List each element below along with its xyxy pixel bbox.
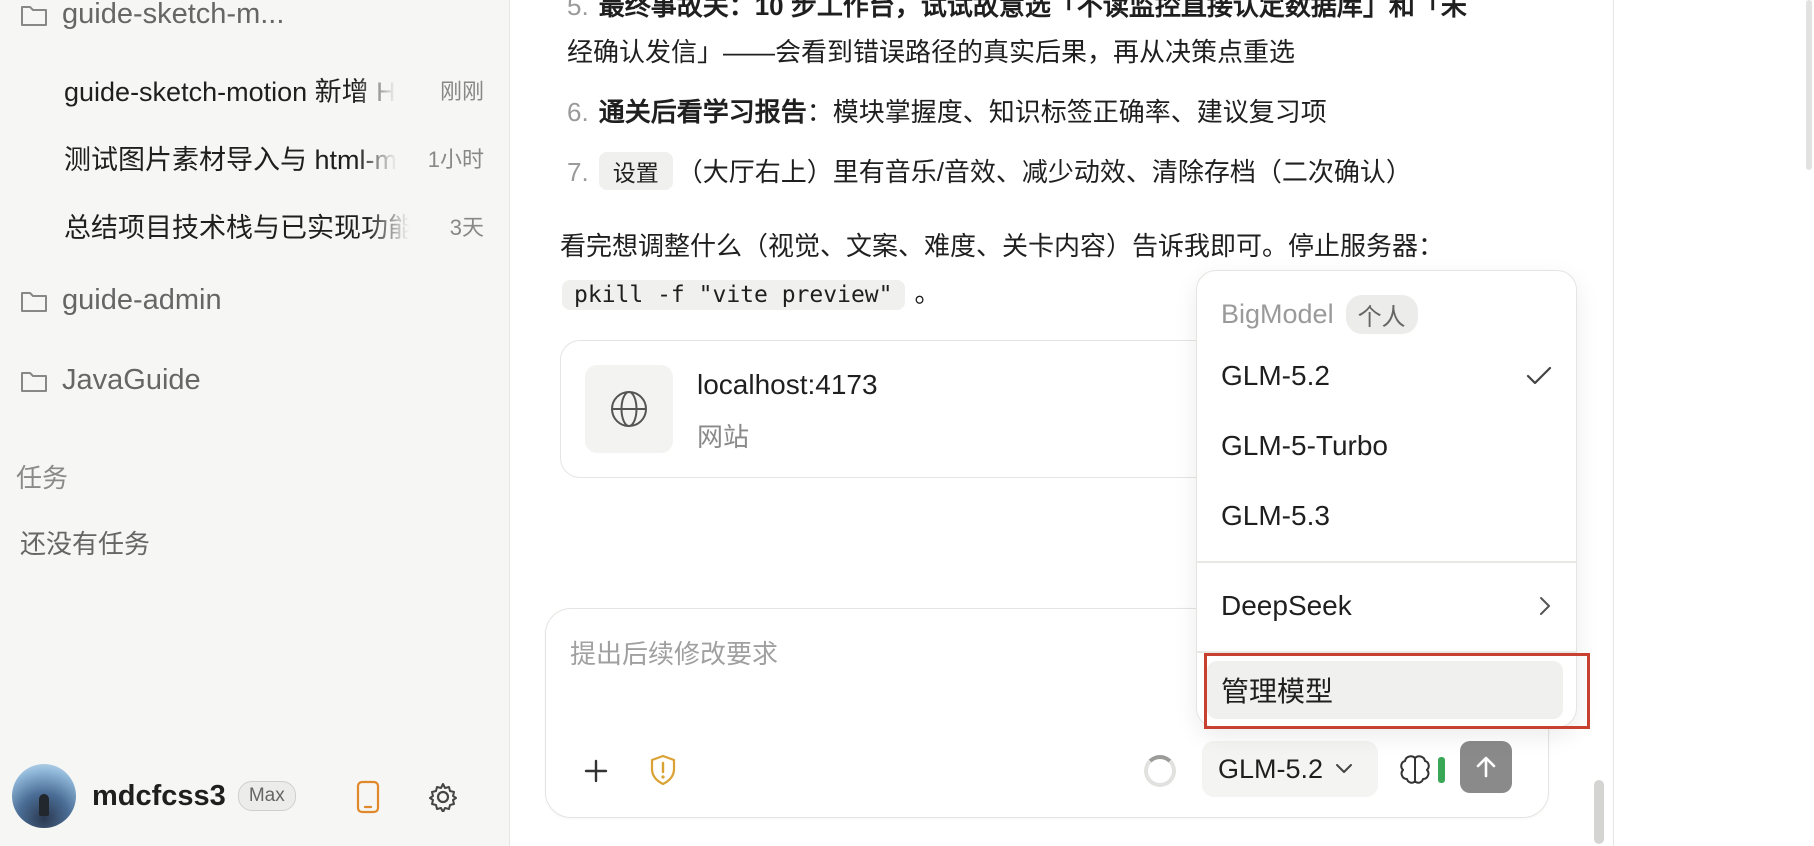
manage-models-button[interactable]: 管理模型	[1207, 661, 1563, 719]
provider-submenu[interactable]: DeepSeek	[1221, 581, 1552, 631]
project-item[interactable]: guide-sketch-m...	[20, 0, 284, 31]
project-name: guide-admin	[62, 284, 222, 316]
provider-group-header: BigModel 个人	[1221, 295, 1418, 334]
conversation-time: 刚刚	[439, 78, 484, 104]
model-selector-label: GLM-5.2	[1218, 753, 1324, 784]
model-option[interactable]: GLM-5.2	[1221, 351, 1552, 401]
link-card[interactable]: localhost:4173 网站	[560, 340, 1260, 478]
send-button[interactable]	[1460, 741, 1512, 793]
model-option[interactable]: GLM-5-Turbo	[1221, 421, 1552, 471]
chevron-down-icon	[1336, 764, 1353, 773]
model-selector[interactable]: GLM-5.2	[1202, 741, 1378, 797]
folder-icon	[21, 371, 47, 392]
provider-badge: 个人	[1345, 295, 1418, 334]
message-bold: 通关后看学习报告	[598, 97, 807, 127]
tasks-empty-label: 还没有任务	[20, 529, 151, 559]
model-option-label: GLM-5-Turbo	[1221, 430, 1389, 461]
arrow-up-icon	[1476, 756, 1496, 778]
link-card-icon	[585, 365, 673, 453]
message-line: 5. 最终事故关：10 步工作台，试试故意选「不读监控直接认定数据库」和「未	[567, 0, 1467, 23]
message-text: 最终事故关：10 步工作台，试试故意选「不读监控直接认定数据库」和「未	[598, 0, 1467, 21]
link-card-title: localhost:4173	[697, 369, 878, 400]
conversation-time: 3天	[449, 214, 484, 240]
folder-icon	[21, 5, 47, 26]
message-line: 经确认发信」——会看到错误路径的真实后果，再从决策点重选	[567, 37, 1296, 67]
brain-icon[interactable]	[1398, 753, 1432, 787]
shield-icon[interactable]	[648, 754, 678, 786]
conversation-title: 总结项目技术栈与已实现功能	[64, 213, 409, 243]
list-number: 7.	[567, 157, 589, 187]
conversation-item[interactable]: 测试图片素材导入与 html-m 1小时	[64, 138, 484, 177]
context-meter	[1438, 757, 1445, 783]
conversation-time: 1小时	[427, 146, 484, 172]
message-line: pkill -f "vite preview" 。	[562, 273, 941, 310]
spinner-icon	[1144, 755, 1176, 787]
message-line: 7. 设置 （大厅右上）里有音乐/音效、减少动效、清除存档（二次确认）	[567, 152, 1412, 190]
scrollbar[interactable]	[1806, 0, 1812, 170]
user-profile[interactable]: mdcfcss3 Max	[12, 764, 296, 828]
conversation-title: guide-sketch-motion 新增 H	[64, 77, 396, 107]
message-text: （大厅右上）里有音乐/音效、减少动效、清除存档（二次确认）	[676, 157, 1412, 187]
provider-name: BigModel	[1221, 299, 1334, 329]
message-line: 6. 通关后看学习报告：模块掌握度、知识标签正确率、建议复习项	[567, 92, 1327, 129]
model-dropdown: BigModel 个人 GLM-5.2 GLM-5-Turbo GLM-5.3 …	[1196, 270, 1577, 728]
plan-badge: Max	[237, 781, 296, 811]
link-card-subtitle: 网站	[697, 422, 750, 452]
avatar[interactable]	[12, 764, 76, 828]
divider	[1197, 651, 1576, 653]
tasks-section-label: 任务	[16, 463, 69, 493]
username: mdcfcss3	[92, 779, 226, 812]
project-item[interactable]: JavaGuide	[20, 364, 201, 397]
project-name: JavaGuide	[62, 364, 201, 396]
gear-icon[interactable]	[428, 782, 458, 812]
message-text: 。	[914, 278, 941, 308]
plus-icon[interactable]	[582, 757, 610, 785]
list-number: 5.	[567, 0, 589, 21]
manage-models-label: 管理模型	[1221, 676, 1334, 707]
project-name: guide-sketch-m...	[62, 0, 285, 30]
model-option[interactable]: GLM-5.3	[1221, 491, 1552, 541]
model-option-label: GLM-5.2	[1221, 360, 1330, 391]
divider	[1197, 561, 1576, 563]
message-line: 看完想调整什么（视觉、文案、难度、关卡内容）告诉我即可。停止服务器：	[560, 231, 1445, 261]
chevron-right-icon	[1540, 597, 1550, 615]
scrollbar[interactable]	[1594, 780, 1604, 844]
conversation-title: 测试图片素材导入与 html-m	[64, 145, 397, 175]
conversation-item[interactable]: 总结项目技术栈与已实现功能 3天	[64, 206, 484, 245]
folder-icon	[21, 291, 47, 312]
globe-icon	[611, 391, 647, 427]
message-text: ：模块掌握度、知识标签正确率、建议复习项	[806, 97, 1327, 127]
list-number: 6.	[567, 97, 589, 127]
prompt-input[interactable]	[570, 639, 1130, 670]
phone-icon[interactable]	[354, 780, 382, 814]
inline-chip: 设置	[598, 152, 673, 190]
provider-submenu-label: DeepSeek	[1221, 590, 1352, 621]
sidebar: guide-sketch-m... guide-sketch-motion 新增…	[0, 0, 510, 846]
check-icon	[1526, 366, 1552, 385]
inline-code: pkill -f "vite preview"	[562, 280, 905, 310]
conversation-item[interactable]: guide-sketch-motion 新增 H 刚刚	[64, 70, 484, 109]
project-item[interactable]: guide-admin	[20, 284, 222, 317]
model-option-label: GLM-5.3	[1221, 500, 1330, 531]
